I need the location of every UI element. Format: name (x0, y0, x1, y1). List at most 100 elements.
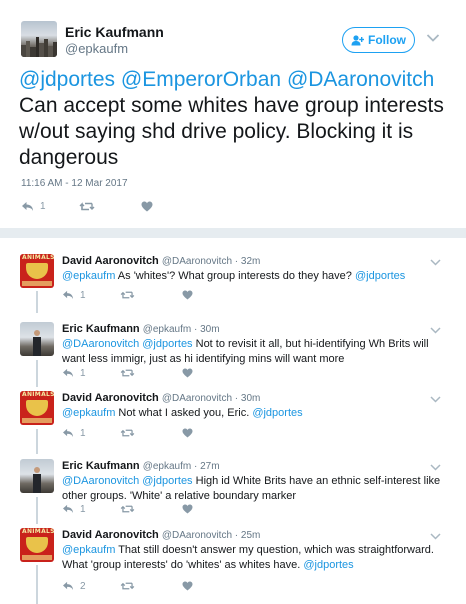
reply-count: 2 (80, 580, 86, 592)
separator-dot: · (232, 530, 241, 541)
mention-link[interactable]: @DAaronovitch @jdportes (62, 338, 193, 350)
reply-body: Not what I asked you, Eric. (115, 407, 253, 419)
reply-time[interactable]: 32m (241, 256, 260, 267)
reply-author: Eric Kaufmann @epkaufm · 27m (62, 460, 220, 472)
reply-author: David Aaronovitch @DAaronovitch · 32m (62, 255, 260, 267)
reply-time[interactable]: 25m (241, 530, 260, 541)
author-name[interactable]: David Aaronovitch (62, 392, 159, 404)
mention-link[interactable]: @jdportes (303, 559, 353, 571)
like-action[interactable] (182, 579, 193, 593)
main-tweet: Eric Kaufmann @epkaufm Follow @jdportes … (0, 0, 466, 228)
chevron-down-icon[interactable] (430, 464, 441, 471)
crest-shape (26, 400, 48, 416)
retweet-icon (120, 582, 135, 590)
avatar[interactable] (21, 21, 57, 57)
avatar[interactable]: ANIMALS (20, 254, 54, 288)
person-figure (33, 330, 41, 356)
author-name[interactable]: Eric Kaufmann (62, 460, 140, 472)
section-divider (0, 228, 466, 238)
reply-text: @epkaufm As 'whites'? What group interes… (62, 269, 447, 284)
author-handle[interactable]: @epkaufm (143, 324, 192, 335)
mention-link[interactable]: @epkaufm (62, 544, 115, 556)
mention-link[interactable]: @epkaufm (62, 270, 115, 282)
heart-icon (182, 428, 193, 438)
mention-link[interactable]: @DAaronovitch (287, 68, 434, 91)
reply-tweet: Eric Kaufmann @epkaufm · 30m @DAaronovit… (0, 322, 466, 388)
crest-shape (26, 537, 48, 553)
retweet-action[interactable] (120, 366, 135, 380)
heart-icon (182, 581, 193, 591)
author-handle[interactable]: @DAaronovitch (162, 530, 232, 541)
reply-text: @epkaufm Not what I asked you, Eric. @jd… (62, 406, 447, 421)
separator-dot: · (191, 461, 201, 472)
mention-link[interactable]: @jdportes (355, 270, 405, 282)
like-action[interactable] (141, 199, 153, 213)
tweet-timestamp[interactable]: 11:16 AM - 12 Mar 2017 (21, 178, 128, 189)
reply-icon (22, 201, 33, 211)
author-name[interactable]: David Aaronovitch (62, 255, 159, 267)
reply-action[interactable]: 1 (62, 366, 86, 380)
mention-link[interactable]: @jdportes (19, 68, 115, 91)
crest-base (22, 555, 52, 560)
mention-link[interactable]: @epkaufm (62, 407, 115, 419)
like-action[interactable] (182, 288, 193, 302)
reply-text: @epkaufm That still doesn't answer my qu… (62, 543, 447, 573)
author-name[interactable]: Eric Kaufmann (62, 323, 140, 335)
retweet-action[interactable] (120, 579, 135, 593)
avatar[interactable] (20, 459, 54, 493)
like-action[interactable] (182, 366, 193, 380)
chevron-down-icon[interactable] (430, 327, 441, 334)
retweet-action[interactable] (120, 502, 135, 516)
reply-action[interactable]: 1 (21, 199, 46, 213)
follow-button[interactable]: Follow (342, 27, 415, 53)
reply-body: As 'whites'? What group interests do the… (115, 270, 355, 282)
reply-action[interactable]: 2 (62, 579, 86, 593)
reply-tweet: Eric Kaufmann @epkaufm · 27m @DAaronovit… (0, 459, 466, 525)
retweet-icon (79, 201, 95, 210)
chevron-down-icon[interactable] (426, 33, 440, 43)
like-action[interactable] (182, 502, 193, 516)
reply-count: 1 (40, 200, 46, 212)
author-handle[interactable]: @DAaronovitch (162, 256, 232, 267)
like-action[interactable] (182, 426, 193, 440)
retweet-action[interactable] (120, 426, 135, 440)
avatar[interactable]: ANIMALS (20, 391, 54, 425)
chevron-down-icon[interactable] (430, 533, 441, 540)
reply-action[interactable]: 1 (62, 502, 86, 516)
author-handle[interactable]: @DAaronovitch (162, 393, 232, 404)
reply-text: @DAaronovitch @jdportes High id White Br… (62, 474, 447, 504)
reply-icon (63, 290, 73, 300)
reply-count: 1 (80, 503, 86, 515)
reply-body: That still doesn't answer my question, w… (62, 544, 434, 571)
author-name[interactable]: David Aaronovitch (62, 529, 159, 541)
heart-icon (141, 201, 153, 211)
chevron-down-icon[interactable] (430, 396, 441, 403)
add-user-icon (351, 34, 364, 45)
crest-shape (26, 263, 48, 279)
mention-link[interactable]: @DAaronovitch @jdportes (62, 475, 193, 487)
heart-icon (182, 504, 193, 514)
reply-time[interactable]: 30m (200, 324, 219, 335)
reply-time[interactable]: 30m (241, 393, 260, 404)
reply-author: Eric Kaufmann @epkaufm · 30m (62, 323, 220, 335)
retweet-icon (120, 291, 135, 299)
crest-base (22, 281, 52, 286)
heart-icon (182, 368, 193, 378)
mention-link[interactable]: @jdportes (252, 407, 302, 419)
author-name[interactable]: Eric Kaufmann (65, 24, 164, 40)
avatar[interactable]: ANIMALS (20, 528, 54, 562)
author-handle[interactable]: @epkaufm (65, 41, 128, 56)
reply-count: 1 (80, 289, 86, 301)
reply-time[interactable]: 27m (200, 461, 219, 472)
retweet-icon (120, 429, 135, 437)
reply-tweet: ANIMALS David Aaronovitch @DAaronovitch … (0, 254, 466, 320)
avatar-logo-text: ANIMALS (22, 528, 54, 535)
chevron-down-icon[interactable] (430, 259, 441, 266)
reply-action[interactable]: 1 (62, 426, 86, 440)
author-handle[interactable]: @epkaufm (143, 461, 192, 472)
mention-link[interactable]: @EmperorOrban (121, 68, 281, 91)
retweet-action[interactable] (120, 288, 135, 302)
avatar[interactable] (20, 322, 54, 356)
retweet-action[interactable] (79, 199, 95, 213)
reply-action[interactable]: 1 (62, 288, 86, 302)
